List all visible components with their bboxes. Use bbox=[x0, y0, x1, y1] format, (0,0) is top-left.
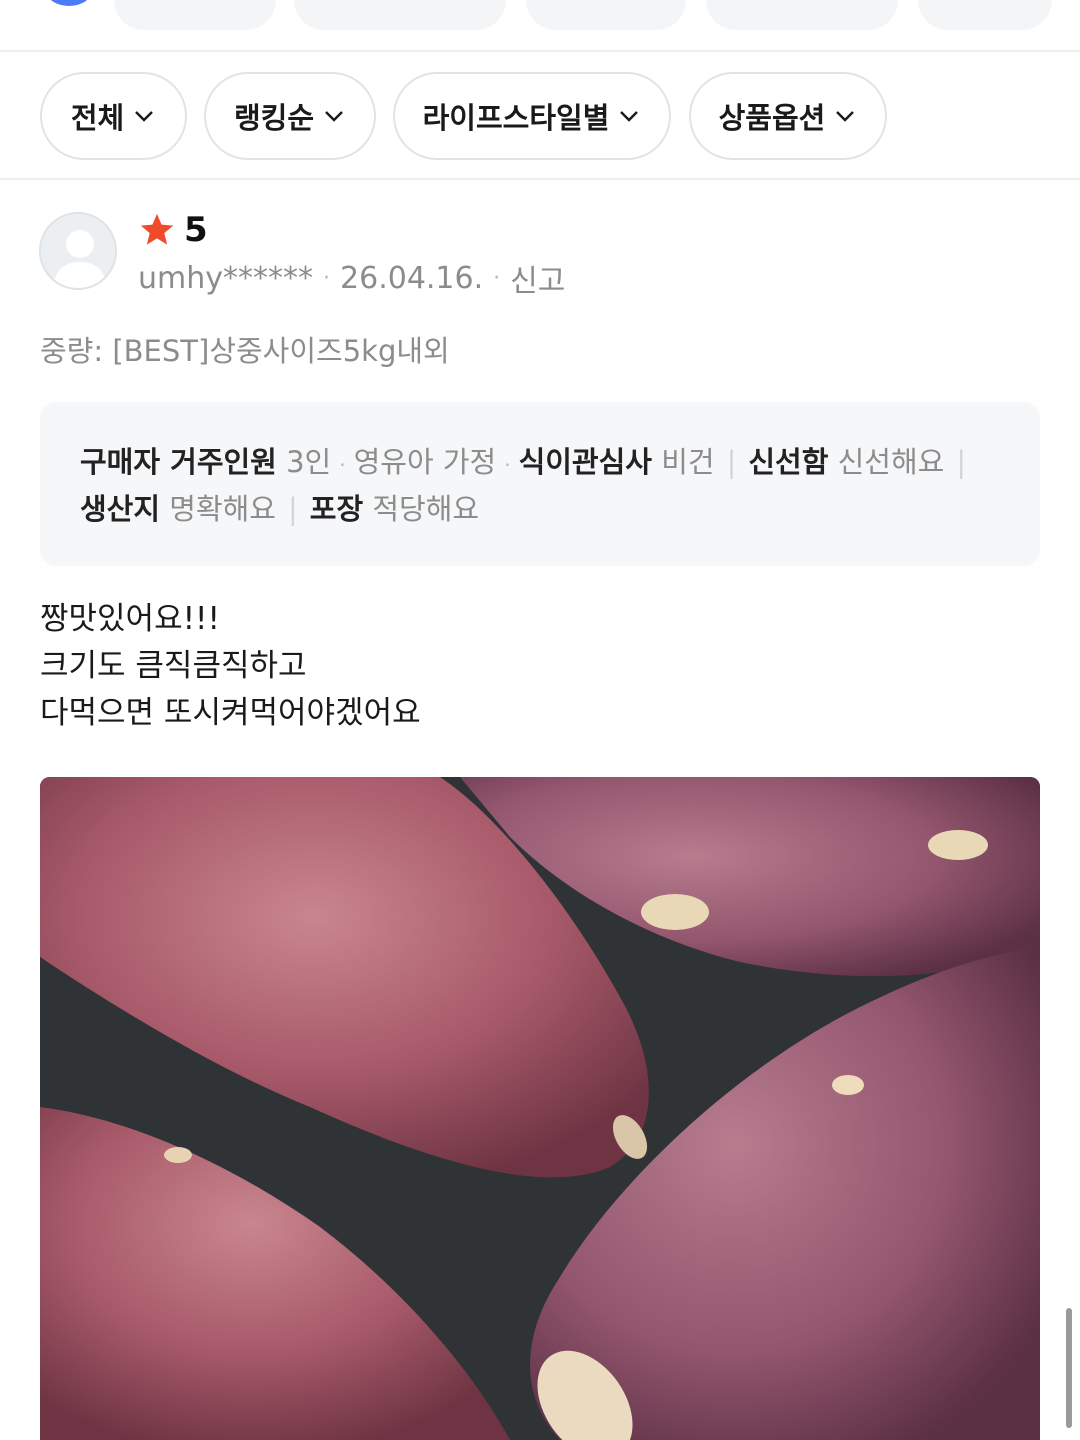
top-tab-5[interactable] bbox=[918, 0, 1052, 30]
survey-separator: · bbox=[504, 453, 511, 477]
review-survey-box: 구매자 거주인원 3인 · 영유아 가정 · 식이관심사 비건 | 신선함 신선해요 | 생산… bbox=[40, 402, 1040, 566]
chevron-down-icon bbox=[620, 111, 639, 122]
top-tab-3[interactable] bbox=[526, 0, 686, 30]
review-date: 26.04.16. bbox=[340, 260, 484, 296]
filter-all[interactable]: 전체 bbox=[40, 72, 187, 160]
top-tab-4[interactable] bbox=[706, 0, 898, 30]
survey-household-key: 구매자 거주인원 bbox=[80, 445, 277, 479]
review-body: 짱맛있어요!!! 크기도 큼직큼직하고 다먹으면 또시켜먹어야겠어요 bbox=[40, 596, 421, 737]
review-text-line: 다먹으면 또시켜먹어야겠어요 bbox=[40, 695, 421, 731]
survey-picky-value: 비건 bbox=[661, 445, 715, 479]
survey-line-2: 생산지 명확해요 | 포장 적당해요 bbox=[80, 487, 1000, 531]
chevron-down-icon bbox=[836, 111, 855, 122]
survey-divider: | bbox=[288, 492, 298, 526]
survey-pack-key: 포장 bbox=[309, 492, 364, 526]
sweet-potato-image bbox=[40, 777, 1040, 1440]
rating-score: 5 bbox=[184, 210, 208, 250]
survey-pack-value: 적당해요 bbox=[372, 492, 480, 526]
review-rating: 5 bbox=[138, 208, 208, 252]
chevron-down-icon bbox=[135, 111, 154, 122]
review-text-line: 크기도 큼직큼직하고 bbox=[40, 648, 307, 684]
filter-sort-label: 랭킹순 bbox=[233, 101, 315, 135]
app-logo-icon bbox=[50, 0, 88, 6]
avatar bbox=[39, 212, 117, 290]
filter-lifestyle-label: 라이프스타일별 bbox=[422, 101, 610, 135]
filter-lifestyle[interactable]: 라이프스타일별 bbox=[393, 72, 671, 160]
review-text-line: 짱맛있어요!!! bbox=[40, 601, 220, 637]
survey-divider: | bbox=[956, 445, 967, 479]
survey-separator: · bbox=[339, 453, 346, 477]
survey-fresh-key: 신선함 bbox=[748, 445, 829, 479]
meta-separator: · bbox=[493, 265, 501, 291]
top-tab-1[interactable] bbox=[114, 0, 276, 30]
survey-picky-key: 식이관심사 bbox=[518, 445, 652, 479]
review-photo[interactable] bbox=[40, 777, 1040, 1440]
chevron-down-icon bbox=[325, 111, 343, 122]
filter-option-label: 상품옵션 bbox=[718, 101, 826, 135]
review-meta: umhy****** · 26.04.16. · 신고 bbox=[138, 256, 565, 300]
report-link[interactable]: 신고 bbox=[510, 256, 565, 300]
filter-all-label: 전체 bbox=[70, 101, 125, 135]
avatar-placeholder-icon bbox=[53, 230, 107, 288]
star-icon bbox=[140, 213, 174, 245]
reviewer-id: umhy****** bbox=[138, 260, 314, 296]
survey-fresh-value: 신선해요 bbox=[837, 445, 945, 479]
page-scrollbar[interactable] bbox=[1066, 1308, 1072, 1428]
survey-divider: | bbox=[726, 445, 737, 479]
filter-product-option[interactable]: 상품옵션 bbox=[689, 72, 887, 160]
purchased-option: 중량: [BEST]상중사이즈5kg내외 bbox=[40, 334, 450, 368]
survey-infant-value: 영유아 가정 bbox=[353, 445, 497, 479]
top-category-tabs bbox=[0, 0, 1080, 52]
survey-origin-value: 명확해요 bbox=[169, 492, 276, 526]
survey-line-1: 구매자 거주인원 3인 · 영유아 가정 · 식이관심사 비건 | 신선함 신선해요 | bbox=[80, 440, 1000, 487]
review-filter-bar: 전체 랭킹순 라이프스타일별 상품옵션 bbox=[0, 54, 1080, 180]
filter-sort[interactable]: 랭킹순 bbox=[204, 72, 376, 160]
meta-separator: · bbox=[323, 265, 331, 291]
survey-origin-key: 생산지 bbox=[80, 492, 161, 526]
top-tab-2[interactable] bbox=[294, 0, 506, 30]
survey-household-value: 3인 bbox=[286, 445, 332, 479]
